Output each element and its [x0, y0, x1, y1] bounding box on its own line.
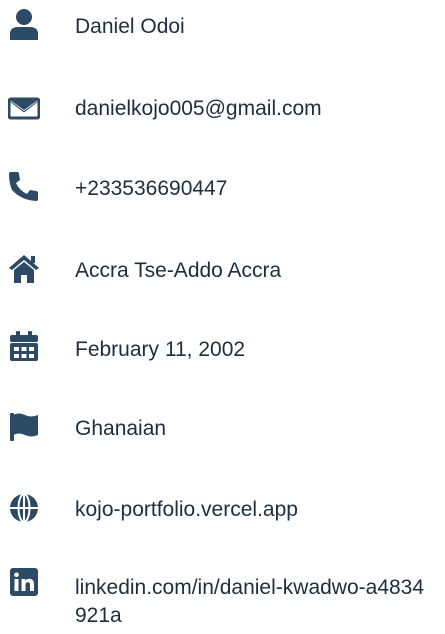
contact-name-text: Daniel Odoi — [75, 15, 185, 38]
contact-linkedin-link[interactable]: linkedin.com/in/daniel-kwadwo-a4834921a — [75, 574, 435, 630]
calendar-icon — [10, 330, 38, 362]
contact-nationality-text: Ghanaian — [75, 417, 167, 440]
contact-address-text: Accra Tse-Addo Accra — [75, 259, 282, 282]
contact-birthday-text: February 11, 2002 — [75, 338, 246, 361]
home-icon — [8, 252, 40, 284]
phone-icon — [8, 170, 40, 202]
user-icon — [8, 8, 40, 40]
contact-email-link[interactable]: danielkojo005@gmail.com — [75, 95, 322, 123]
contact-list: Daniel Odoi danielkojo005@gmail.com +233… — [0, 0, 445, 634]
flag-icon — [8, 410, 40, 442]
linkedin-icon — [10, 568, 38, 600]
envelope-icon — [8, 92, 40, 124]
globe-icon — [8, 492, 40, 524]
contact-website-link[interactable]: kojo-portfolio.vercel.app — [75, 496, 298, 524]
contact-phone-text[interactable]: +233536690447 — [75, 175, 227, 203]
